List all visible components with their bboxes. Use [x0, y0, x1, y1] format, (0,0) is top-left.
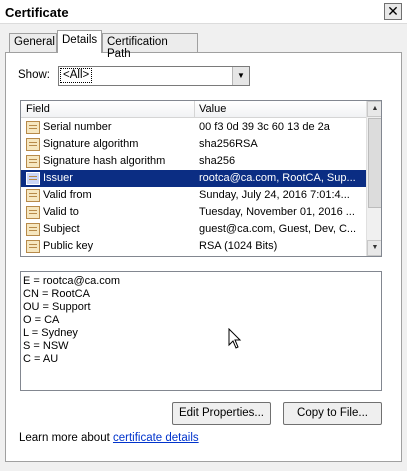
close-button[interactable]: ✕: [384, 3, 402, 20]
close-icon: ✕: [387, 3, 399, 19]
title-bar: Certificate ✕: [0, 0, 407, 24]
cell-value: guest@ca.com, Guest, Dev, C...: [199, 223, 357, 235]
certificate-field-icon: [26, 138, 40, 151]
cell-value: sha256RSA: [199, 138, 258, 150]
cell-field: Signature algorithm: [43, 138, 139, 150]
column-header-value[interactable]: Value: [199, 103, 226, 115]
cell-value: Tuesday, November 01, 2016 ...: [199, 206, 355, 218]
cell-value: Sunday, July 24, 2016 7:01:4...: [199, 189, 350, 201]
learn-more-text: Learn more about certificate details: [19, 432, 199, 444]
fields-list[interactable]: Field Value Serial number 00 f3 0d 39 3c …: [20, 100, 382, 257]
table-row[interactable]: Valid to Tuesday, November 01, 2016 ...: [21, 204, 366, 221]
chevron-down-icon[interactable]: ▼: [232, 67, 249, 85]
scroll-thumb[interactable]: [368, 118, 381, 208]
column-header-field[interactable]: Field: [26, 103, 50, 115]
detail-line: OU = Support: [23, 301, 91, 313]
cell-field: Subject: [43, 223, 80, 235]
cell-field: Serial number: [43, 121, 112, 133]
copy-to-file-label: Copy to File...: [297, 407, 368, 419]
cell-value: sha256: [199, 155, 236, 167]
column-divider[interactable]: [194, 101, 195, 118]
show-dropdown-value: <All>: [60, 68, 93, 83]
tab-details[interactable]: Details: [57, 30, 102, 53]
certificate-field-icon: [26, 206, 40, 219]
scroll-down-icon[interactable]: ▼: [367, 240, 381, 256]
table-row[interactable]: Serial number 00 f3 0d 39 3c 60 13 de 2a: [21, 119, 366, 136]
cell-field: Issuer: [43, 172, 73, 184]
table-row[interactable]: Valid from Sunday, July 24, 2016 7:01:4..…: [21, 187, 366, 204]
mouse-cursor-icon: [228, 328, 242, 349]
tab-general-label: General: [14, 36, 55, 48]
tab-certification-path[interactable]: Certification Path: [102, 33, 198, 60]
field-detail-textbox[interactable]: E = rootca@ca.com CN = RootCA OU = Support…: [20, 271, 382, 391]
detail-line: C = AU: [23, 353, 59, 365]
tab-general[interactable]: General: [9, 33, 57, 52]
detail-line: CN = RootCA: [23, 288, 90, 300]
certificate-field-icon: [26, 155, 40, 168]
list-header: Field Value: [21, 101, 366, 118]
certificate-field-icon: [26, 240, 40, 253]
show-label: Show:: [18, 69, 50, 81]
learn-more-prefix: Learn more about: [19, 432, 113, 444]
scroll-up-icon[interactable]: ▲: [367, 101, 381, 117]
certificate-field-icon: [26, 189, 40, 202]
cell-value: rootca@ca.com, RootCA, Sup...: [199, 172, 356, 184]
cell-field: Signature hash algorithm: [43, 155, 166, 167]
edit-properties-label: Edit Properties...: [178, 407, 264, 419]
cell-value: RSA (1024 Bits): [199, 240, 278, 252]
certificate-field-icon: [26, 121, 40, 134]
table-row[interactable]: Issuer rootca@ca.com, RootCA, Sup...: [21, 170, 366, 187]
cell-field: Valid from: [43, 189, 92, 201]
window-title: Certificate: [5, 5, 69, 20]
table-row[interactable]: Public key RSA (1024 Bits): [21, 238, 366, 255]
copy-to-file-button[interactable]: Copy to File...: [283, 402, 382, 425]
cell-field: Public key: [43, 240, 94, 252]
detail-line: S = NSW: [23, 340, 69, 352]
cell-field: Valid to: [43, 206, 79, 218]
certificate-details-link[interactable]: certificate details: [113, 432, 199, 444]
detail-line: E = rootca@ca.com: [23, 275, 121, 287]
table-row[interactable]: Subject guest@ca.com, Guest, Dev, C...: [21, 221, 366, 238]
detail-line: O = CA: [23, 314, 60, 326]
tab-details-label: Details: [62, 34, 98, 46]
detail-line: L = Sydney: [23, 327, 78, 339]
table-row[interactable]: Signature hash algorithm sha256: [21, 153, 366, 170]
certificate-field-icon: [26, 172, 40, 185]
certificate-field-icon: [26, 223, 40, 236]
edit-properties-button[interactable]: Edit Properties...: [172, 402, 271, 425]
cell-value: 00 f3 0d 39 3c 60 13 de 2a: [199, 121, 330, 133]
vertical-scrollbar[interactable]: ▲ ▼: [366, 101, 381, 256]
table-row[interactable]: Signature algorithm sha256RSA: [21, 136, 366, 153]
